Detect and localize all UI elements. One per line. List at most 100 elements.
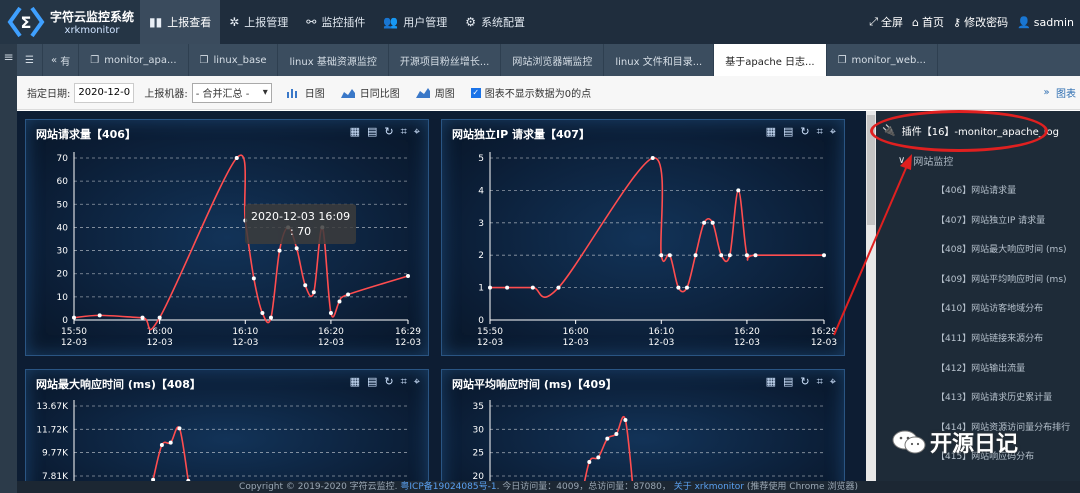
tab-linux-files[interactable]: linux 文件和目录... [604, 44, 715, 76]
chart-config-link[interactable]: » 图表 [1044, 85, 1080, 100]
logo-icon: Σ [7, 6, 45, 38]
footer: Copyright © 2019-2020 字符云监控. 粤ICP备190240… [17, 481, 1080, 493]
tab-monitor-web[interactable]: ❐ monitor_web... [827, 44, 938, 76]
y-tick-label: 30 [473, 425, 485, 435]
zoom-reset-icon[interactable]: ⌖ [414, 375, 420, 389]
nav-item-plugins[interactable]: ⚯ 监控插件 [297, 0, 374, 44]
data-point [168, 440, 173, 445]
refresh-icon[interactable]: ↻ [800, 125, 809, 139]
zoom-icon[interactable]: ⌗ [401, 125, 407, 139]
series-line [490, 157, 824, 298]
day-chart-button[interactable]: 日图 [286, 85, 325, 100]
tab-apache-log[interactable]: 基于apache 日志... [714, 44, 827, 76]
save-image-icon[interactable]: ▤ [367, 375, 377, 389]
nav-item-report-view[interactable]: ▮▮ 上报查看 [140, 0, 221, 44]
nav-item-settings[interactable]: ⚙ 系统配置 [456, 0, 534, 44]
data-point [140, 315, 145, 320]
table-view-icon[interactable]: ▦ [350, 125, 360, 139]
chart-tooltip: 2020-12-03 16:09 : 70 [245, 204, 357, 244]
save-image-icon[interactable]: ▤ [367, 125, 377, 139]
zoom-icon[interactable]: ⌗ [401, 375, 407, 389]
data-point [530, 285, 535, 290]
menu-icon: ☰ [25, 54, 34, 66]
y-tick-label: 2 [478, 251, 484, 261]
annotation-ellipse [870, 110, 1048, 152]
refresh-icon[interactable]: ↻ [800, 375, 809, 389]
line-chart[interactable]: 01234515:5012-0316:0012-0316:1012-0316:2… [442, 120, 846, 357]
x-tick-label: 16:20 [734, 327, 760, 337]
tab-linux-base[interactable]: ❐ linux_base [189, 44, 279, 76]
icp-link[interactable]: 粤ICP备19024085号-1 [400, 482, 496, 492]
plug-icon: ⚯ [306, 15, 317, 29]
tree-item[interactable]: 【412】网站输出流量 [936, 361, 1076, 391]
chevron-down-icon: ▾ [262, 87, 268, 98]
line-chart[interactable]: 01020304050607015:5012-0316:0012-0316:10… [26, 120, 430, 357]
tab-monitor-apache[interactable]: ❐ monitor_apa... [79, 44, 189, 76]
x-tick-label: 15:50 [61, 327, 87, 337]
table-view-icon[interactable]: ▦ [766, 125, 776, 139]
fullscreen-button[interactable]: ⤢ 全屏 [869, 14, 903, 30]
data-point [159, 443, 164, 448]
tree-item[interactable]: 【411】网站链接来源分布 [936, 331, 1076, 361]
tab-open-source-fans[interactable]: 开源项目粉丝增长... [389, 44, 502, 76]
tree-item[interactable]: 【408】网站最大响应时间 (ms) [936, 242, 1076, 272]
tree-item[interactable]: 【407】网站独立IP 请求量 [936, 213, 1076, 243]
day-compare-button[interactable]: 日同比图 [340, 85, 400, 100]
x-tick-label: 16:29 [811, 327, 837, 337]
x-tick-date-label: 12-03 [563, 338, 589, 348]
machine-select[interactable]: - 合并汇总 - ▾ [191, 82, 272, 103]
tab-menu-toggle[interactable]: ☰ [17, 44, 43, 76]
tab-scroll-left[interactable]: « 有 [43, 44, 80, 76]
nav-item-label: 用户管理 [403, 16, 448, 29]
y-tick-label: 1 [478, 284, 484, 294]
table-view-icon[interactable]: ▦ [350, 375, 360, 389]
menu-icon[interactable]: ≡ [0, 50, 17, 64]
refresh-icon[interactable]: ↻ [384, 125, 393, 139]
chart-toolbox: ▦ ▤ ↻ ⌗ ⌖ [343, 375, 420, 389]
tree-item[interactable]: 【410】网站访客地域分布 [936, 301, 1076, 331]
nav-item-report-manage[interactable]: ✲ 上报管理 [220, 0, 297, 44]
refresh-icon[interactable]: ↻ [384, 375, 393, 389]
date-input[interactable] [74, 82, 135, 103]
x-tick-date-label: 12-03 [61, 338, 87, 348]
about-link[interactable]: 关于 xrkmonitor [674, 482, 744, 492]
tree-item[interactable]: 【409】网站平均响应时间 (ms) [936, 272, 1076, 302]
week-chart-button[interactable]: 周图 [415, 85, 455, 100]
data-point [177, 426, 182, 431]
data-point [659, 253, 664, 258]
zoom-reset-icon[interactable]: ⌖ [830, 375, 836, 389]
zoom-reset-icon[interactable]: ⌖ [830, 125, 836, 139]
user-menu[interactable]: 👤 sadmin [1017, 16, 1074, 29]
save-image-icon[interactable]: ▤ [783, 125, 793, 139]
nav-right-group: ⤢ 全屏 ⌂ 首页 ⚷ 修改密码 👤 sadmin [860, 14, 1080, 30]
nav-item-users[interactable]: 👥 用户管理 [374, 0, 456, 44]
dashboard-scrollbar[interactable] [866, 111, 876, 493]
tree-group-website[interactable]: ∨ 网站监控 [898, 153, 953, 168]
chart-toolbox: ▦ ▤ ↻ ⌗ ⌖ [343, 125, 420, 139]
tree-item[interactable]: 【413】网站请求历史累计量 [936, 390, 1076, 420]
chart-title: 网站请求量【406】 [36, 128, 136, 141]
change-password-button[interactable]: ⚷ 修改密码 [953, 14, 1008, 30]
data-point [251, 276, 256, 281]
table-view-icon[interactable]: ▦ [766, 375, 776, 389]
tab-linux-resource[interactable]: linux 基础资源监控 [278, 44, 389, 76]
data-point [157, 315, 162, 320]
y-tick-label: 9.77K [42, 449, 69, 459]
zoom-icon[interactable]: ⌗ [817, 125, 823, 139]
data-point [676, 285, 681, 290]
save-image-icon[interactable]: ▤ [783, 375, 793, 389]
tab-browser-monitor[interactable]: 网站浏览器端监控 [501, 44, 605, 76]
chart-panel-avg-response: 35 30 25 20 网站平均响应时间 (ms)【409】 ▦ ▤ ↻ ⌗ ⌖ [441, 369, 845, 493]
key-icon: ⚷ [953, 15, 962, 29]
tree-item[interactable]: 【406】网站请求量 [936, 183, 1076, 213]
zoom-reset-icon[interactable]: ⌖ [414, 125, 420, 139]
app-title: 字符云监控系统 [50, 10, 135, 24]
zoom-icon[interactable]: ⌗ [817, 375, 823, 389]
logo[interactable]: Σ 字符云监控系统 xrkmonitor [0, 0, 140, 44]
data-point [97, 313, 102, 318]
nav-item-label: 上报管理 [244, 16, 289, 29]
home-button[interactable]: ⌂ 首页 [912, 14, 944, 30]
y-tick-label: 60 [57, 177, 69, 187]
hide-zero-checkbox[interactable]: ✓ 图表不显示数据为0的点 [470, 85, 591, 100]
x-tick-date-label: 12-03 [232, 338, 258, 348]
